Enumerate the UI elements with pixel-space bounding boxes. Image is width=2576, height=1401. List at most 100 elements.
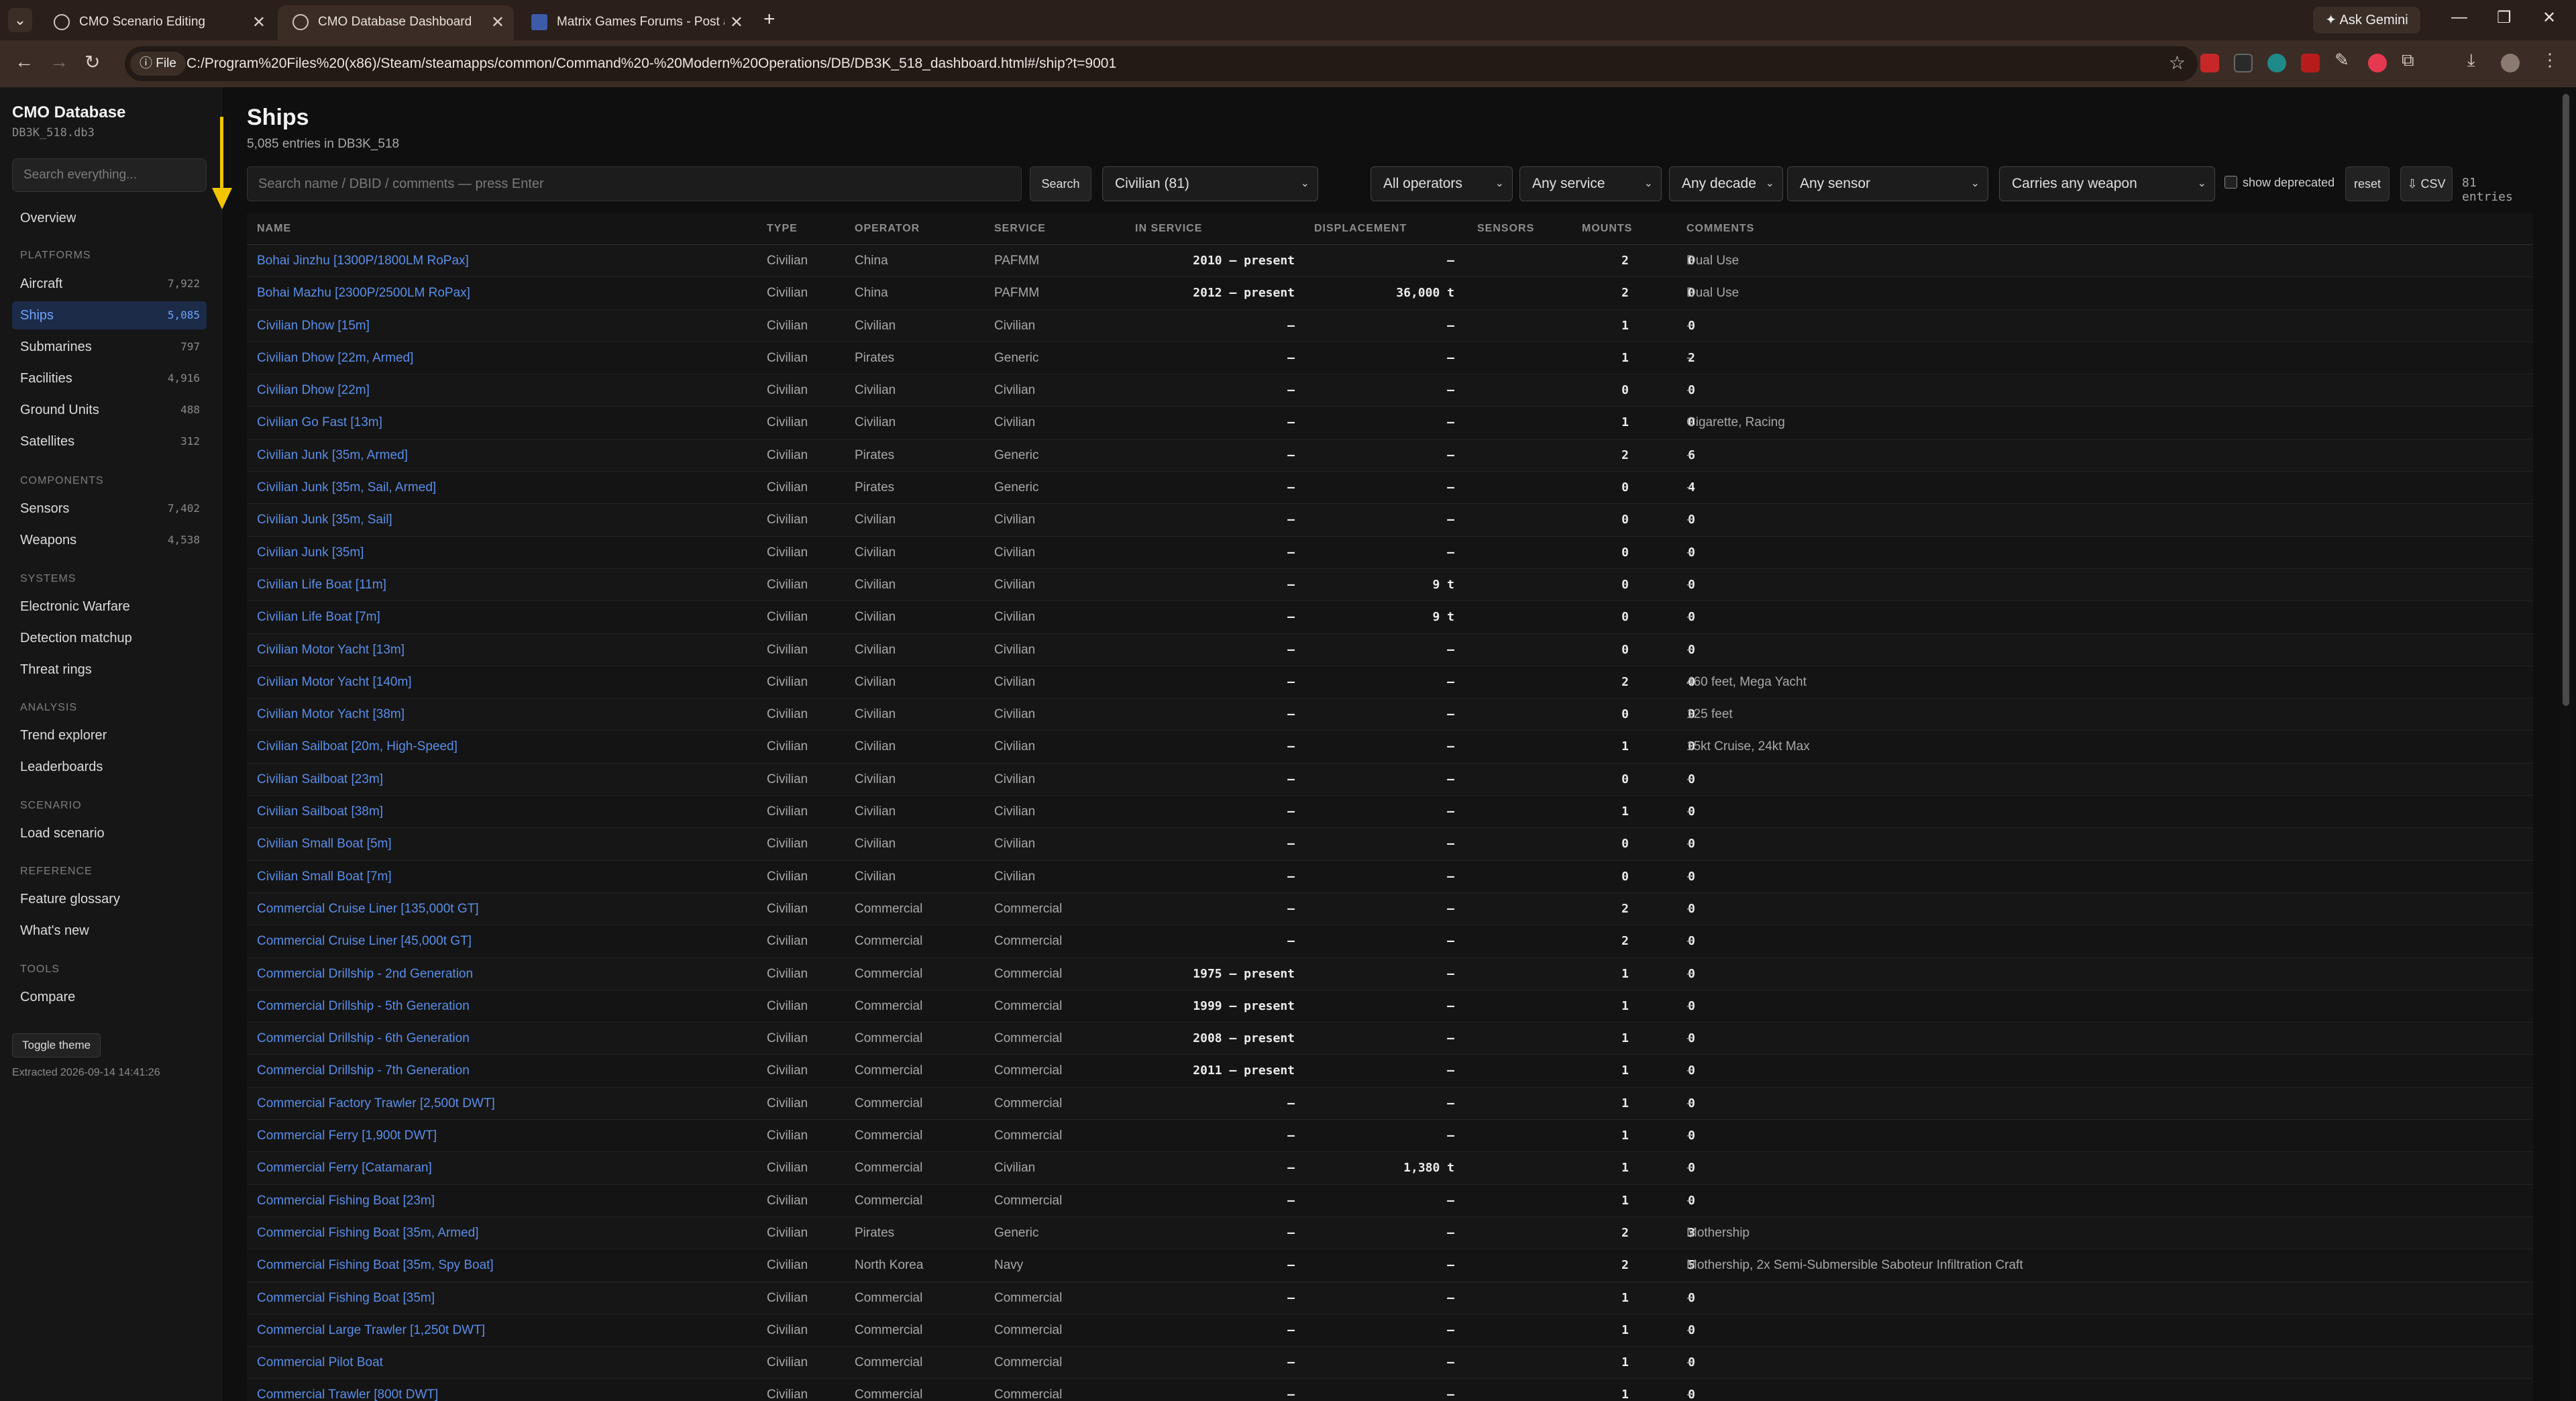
ship-name-link[interactable]: Commercial Large Trawler [1,250t DWT]: [257, 1314, 485, 1346]
ship-name-link[interactable]: Civilian Sailboat [20m, High-Speed]: [257, 731, 458, 762]
abp-icon[interactable]: [2200, 54, 2219, 72]
table-row[interactable]: Bohai Jinzhu [1300P/1800LM RoPax] Civilia…: [247, 245, 2533, 278]
address-bar[interactable]: ⓘ File C:/Program%20Files%20(x86)/Steam/…: [125, 46, 2198, 81]
ship-name-link[interactable]: Civilian Sailboat [38m]: [257, 796, 383, 827]
ship-name-link[interactable]: Commercial Drillship - 6th Generation: [257, 1023, 470, 1054]
ship-name-link[interactable]: Commercial Fishing Boat [35m]: [257, 1282, 435, 1314]
ask-gemini-button[interactable]: ✦ Ask Gemini: [2313, 7, 2420, 34]
ship-name-link[interactable]: Civilian Small Boat [5m]: [257, 828, 392, 860]
search-button[interactable]: Search: [1030, 166, 1091, 201]
col-header-comments[interactable]: COMMENTS: [1686, 223, 1754, 235]
ship-name-link[interactable]: Civilian Small Boat [7m]: [257, 861, 392, 892]
sidebar-item-electronic-warfare[interactable]: Electronic Warfare: [12, 592, 207, 621]
table-row[interactable]: Commercial Fishing Boat [35m, Spy Boat] C…: [247, 1249, 2533, 1282]
show-deprecated-label[interactable]: show deprecated: [2243, 176, 2334, 190]
weapon-filter-select[interactable]: Carries any weapon ⌄: [1999, 166, 2215, 201]
table-row[interactable]: Civilian Sailboat [23m] Civilian Civilian C…: [247, 763, 2533, 796]
tab-search-chevron-icon[interactable]: ⌄: [8, 8, 32, 32]
table-row[interactable]: Civilian Dhow [22m, Armed] Civilian Pirate…: [247, 342, 2533, 375]
operator-filter-select[interactable]: All operators ⌄: [1371, 166, 1513, 201]
col-header-name[interactable]: NAME: [257, 223, 291, 235]
table-row[interactable]: Civilian Junk [35m, Armed] Civilian Pirate…: [247, 439, 2533, 472]
ship-name-link[interactable]: Commercial Drillship - 7th Generation: [257, 1055, 470, 1086]
table-row[interactable]: Civilian Dhow [22m] Civilian Civilian Civil…: [247, 374, 2533, 407]
table-row[interactable]: Civilian Sailboat [20m, High-Speed] Civil…: [247, 731, 2533, 764]
col-header-sensors[interactable]: SENSORS: [1477, 223, 1534, 235]
ship-name-link[interactable]: Commercial Trawler [800t DWT]: [257, 1379, 438, 1401]
sidebar-item-whats-new[interactable]: What's new: [12, 917, 207, 945]
ship-name-link[interactable]: Commercial Drillship - 2nd Generation: [257, 958, 473, 990]
ship-name-link[interactable]: Commercial Cruise Liner [45,000t GT]: [257, 925, 472, 957]
table-row[interactable]: Commercial Fishing Boat [35m, Armed] Civi…: [247, 1216, 2533, 1250]
col-header-type[interactable]: TYPE: [767, 223, 798, 235]
csv-export-button[interactable]: ⇩ CSV: [2400, 166, 2453, 201]
table-row[interactable]: Commercial Ferry [1,900t DWT] Civilian Com…: [247, 1120, 2533, 1153]
sidebar-item-leaderboards[interactable]: Leaderboards: [12, 753, 207, 781]
sensor-filter-select[interactable]: Any sensor ⌄: [1787, 166, 1988, 201]
restore-icon[interactable]: ❐: [2497, 8, 2512, 28]
ship-name-link[interactable]: Civilian Dhow [22m, Armed]: [257, 342, 413, 374]
table-row[interactable]: Civilian Motor Yacht [13m] Civilian Civili…: [247, 633, 2533, 666]
site-info-chip[interactable]: ⓘ File: [130, 52, 186, 76]
close-window-icon[interactable]: ✕: [2542, 8, 2556, 28]
table-row[interactable]: Civilian Dhow [15m] Civilian Civilian Civil…: [247, 309, 2533, 342]
ship-name-link[interactable]: Commercial Fishing Boat [23m]: [257, 1185, 435, 1216]
ship-name-link[interactable]: Civilian Go Fast [13m]: [257, 407, 382, 438]
ship-name-link[interactable]: Commercial Fishing Boat [35m, Spy Boat]: [257, 1249, 494, 1281]
reload-icon[interactable]: ↻: [85, 51, 100, 73]
table-row[interactable]: Commercial Fishing Boat [23m] Civilian Com…: [247, 1185, 2533, 1217]
service-filter-select[interactable]: Any service ⌄: [1519, 166, 1662, 201]
sidebar-item-compare[interactable]: Compare: [12, 983, 207, 1011]
sidebar-item-detection-matchup[interactable]: Detection matchup: [12, 624, 207, 652]
show-deprecated-checkbox[interactable]: [2224, 176, 2237, 189]
ship-name-link[interactable]: Civilian Motor Yacht [38m]: [257, 698, 405, 730]
table-row[interactable]: Commercial Drillship - 7th Generation Civ…: [247, 1055, 2533, 1088]
table-row[interactable]: Civilian Go Fast [13m] Civilian Civilian Ci…: [247, 407, 2533, 439]
col-header-mounts[interactable]: MOUNTS: [1582, 223, 1632, 235]
extension-teal-icon[interactable]: [2267, 54, 2286, 72]
sidebar-item-trend-explorer[interactable]: Trend explorer: [12, 721, 207, 749]
decade-filter-select[interactable]: Any decade ⌄: [1669, 166, 1783, 201]
table-row[interactable]: Civilian Junk [35m] Civilian Civilian Civil…: [247, 537, 2533, 569]
sidebar-item-load-scenario[interactable]: Load scenario: [12, 819, 207, 847]
ship-name-link[interactable]: Civilian Junk [35m, Armed]: [257, 439, 408, 471]
download-icon[interactable]: ⤓: [2467, 50, 2475, 71]
ship-name-link[interactable]: Commercial Drillship - 5th Generation: [257, 990, 470, 1022]
tab-cmo-database-dashboard[interactable]: CMO Database Dashboard ✕: [278, 5, 514, 40]
table-search-input[interactable]: [247, 166, 1022, 201]
sidebar-item-aircraft[interactable]: Aircraft 7,922: [12, 270, 207, 298]
table-row[interactable]: Civilian Junk [35m, Sail] Civilian Civilia…: [247, 504, 2533, 537]
close-tab-icon[interactable]: ✕: [252, 13, 266, 32]
table-row[interactable]: Civilian Motor Yacht [38m] Civilian Civili…: [247, 698, 2533, 731]
sidebar-item-feature-glossary[interactable]: Feature glossary: [12, 885, 207, 913]
table-row[interactable]: Commercial Cruise Liner [45,000t GT] Civi…: [247, 925, 2533, 958]
table-row[interactable]: Civilian Life Boat [7m] Civilian Civilian C…: [247, 601, 2533, 634]
ship-name-link[interactable]: Commercial Pilot Boat: [257, 1347, 383, 1378]
ship-name-link[interactable]: Civilian Motor Yacht [140m]: [257, 666, 412, 698]
new-tab-button[interactable]: +: [763, 8, 775, 31]
ship-name-link[interactable]: Commercial Fishing Boat [35m, Armed]: [257, 1217, 479, 1249]
col-header-operator[interactable]: OPERATOR: [855, 223, 920, 235]
col-header-service[interactable]: SERVICE: [994, 223, 1046, 235]
ship-name-link[interactable]: Civilian Junk [35m, Sail, Armed]: [257, 472, 436, 503]
close-tab-icon[interactable]: ✕: [730, 13, 743, 32]
table-row[interactable]: Commercial Drillship - 6th Generation Civ…: [247, 1023, 2533, 1055]
sidebar-item-sensors[interactable]: Sensors 7,402: [12, 495, 207, 523]
extension-dark-icon[interactable]: [2234, 54, 2253, 72]
sidebar-item-ships[interactable]: Ships 5,085: [12, 301, 207, 329]
table-row[interactable]: Civilian Motor Yacht [140m] Civilian Civil…: [247, 666, 2533, 699]
type-filter-select[interactable]: Civilian (81) ⌄: [1102, 166, 1318, 201]
table-row[interactable]: Commercial Drillship - 2nd Generation Civ…: [247, 957, 2533, 990]
table-row[interactable]: Commercial Drillship - 5th Generation Civ…: [247, 990, 2533, 1023]
ship-name-link[interactable]: Commercial Ferry [Catamaran]: [257, 1152, 432, 1184]
table-row[interactable]: Commercial Fishing Boat [35m] Civilian Com…: [247, 1282, 2533, 1314]
ship-name-link[interactable]: Civilian Junk [35m]: [257, 537, 364, 568]
extension-pink-icon[interactable]: [2368, 54, 2387, 72]
puzzle-icon[interactable]: ⧉: [2402, 50, 2414, 71]
table-row[interactable]: Civilian Small Boat [5m] Civilian Civilian…: [247, 828, 2533, 861]
col-header-in-service[interactable]: IN SERVICE: [1135, 223, 1202, 235]
sidebar-item-overview[interactable]: Overview: [12, 204, 207, 232]
ship-name-link[interactable]: Civilian Junk [35m, Sail]: [257, 504, 392, 535]
page-scrollbar-thumb[interactable]: [2563, 94, 2569, 706]
table-row[interactable]: Bohai Mazhu [2300P/2500LM RoPax] Civilian…: [247, 277, 2533, 310]
